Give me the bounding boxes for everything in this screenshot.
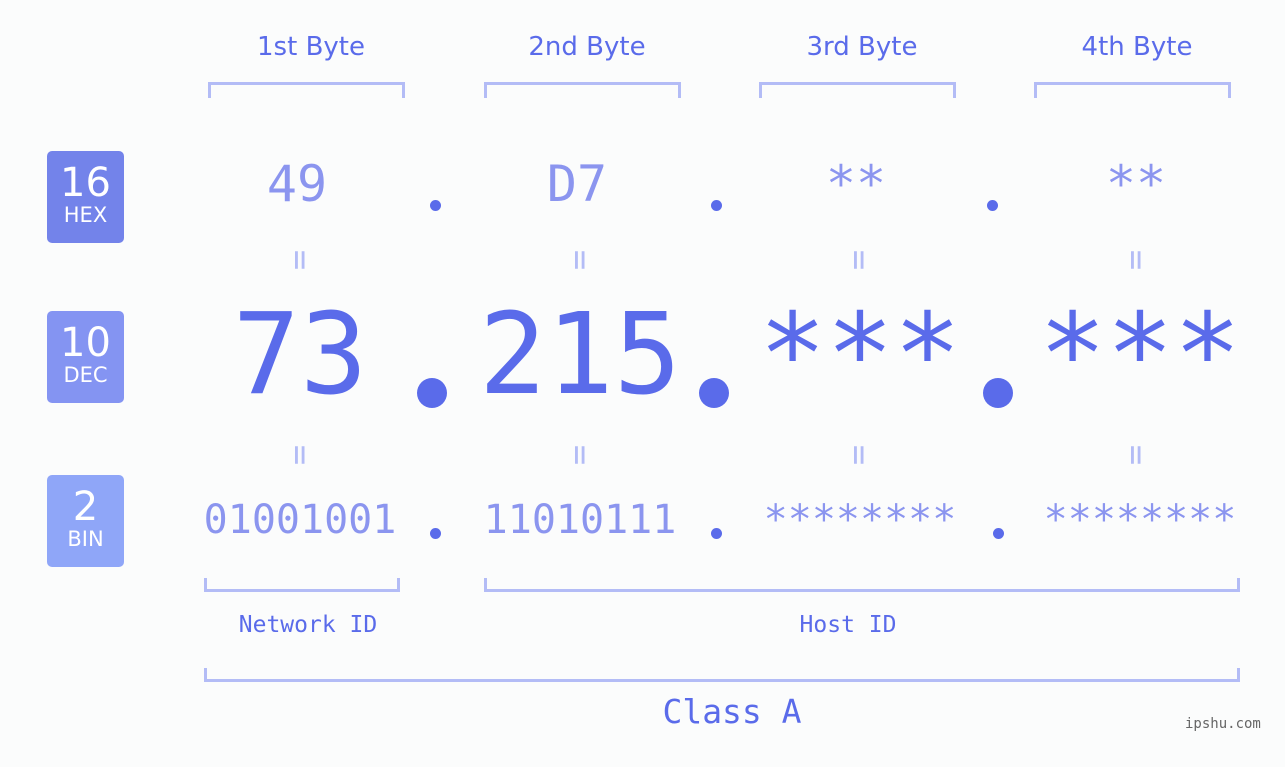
hex-separator-dot bbox=[711, 200, 722, 211]
class-bracket bbox=[204, 668, 1240, 682]
hex-base-badge: 16 HEX bbox=[47, 151, 124, 243]
byte-3-dec: *** bbox=[758, 290, 962, 420]
byte-4-dec: *** bbox=[1038, 290, 1242, 420]
equals-icon: = bbox=[839, 240, 879, 280]
equals-glyph: = bbox=[279, 444, 320, 466]
equals-glyph: = bbox=[279, 249, 320, 271]
hex-separator-dot bbox=[430, 200, 441, 211]
byte-2-hex: D7 bbox=[546, 155, 608, 213]
equals-icon: = bbox=[560, 435, 600, 475]
equals-glyph: = bbox=[838, 444, 879, 466]
watermark: ipshu.com bbox=[1185, 716, 1261, 732]
byte-3-bin: ******** bbox=[763, 497, 957, 543]
equals-icon: = bbox=[1116, 240, 1156, 280]
network-id-label: Network ID bbox=[238, 612, 378, 638]
hex-base-label: HEX bbox=[63, 203, 108, 227]
byte-1-bin: 01001001 bbox=[203, 497, 397, 543]
equals-icon: = bbox=[280, 435, 320, 475]
byte-1-hex: 49 bbox=[266, 155, 328, 213]
bin-base-badge: 2 BIN bbox=[47, 475, 124, 567]
byte-1-bracket bbox=[208, 82, 405, 98]
byte-1-label: 1st Byte bbox=[257, 32, 365, 62]
bin-separator-dot bbox=[993, 528, 1004, 539]
byte-3-bracket bbox=[759, 82, 956, 98]
bin-separator-dot bbox=[711, 528, 722, 539]
dec-base-label: DEC bbox=[63, 363, 108, 387]
equals-icon: = bbox=[839, 435, 879, 475]
class-label: Class A bbox=[662, 692, 802, 731]
dec-base-badge: 10 DEC bbox=[47, 311, 124, 403]
equals-icon: = bbox=[1116, 435, 1156, 475]
host-id-bracket bbox=[484, 578, 1240, 592]
equals-glyph: = bbox=[559, 249, 600, 271]
byte-4-bin: ******** bbox=[1043, 497, 1237, 543]
dec-base-number: 10 bbox=[60, 320, 111, 366]
bin-base-number: 2 bbox=[72, 484, 99, 530]
network-id-bracket bbox=[204, 578, 400, 592]
byte-2-label: 2nd Byte bbox=[528, 32, 646, 62]
byte-2-bin: 11010111 bbox=[483, 497, 677, 543]
byte-4-label: 4th Byte bbox=[1081, 32, 1193, 62]
dec-separator-dot bbox=[983, 378, 1013, 408]
byte-2-dec: 215 bbox=[478, 290, 682, 420]
byte-1-dec: 73 bbox=[232, 290, 368, 420]
equals-icon: = bbox=[560, 240, 600, 280]
equals-icon: = bbox=[280, 240, 320, 280]
hex-base-number: 16 bbox=[60, 160, 111, 206]
dec-separator-dot bbox=[699, 378, 729, 408]
byte-4-hex: ** bbox=[1105, 155, 1167, 213]
byte-3-label: 3rd Byte bbox=[806, 32, 918, 62]
equals-glyph: = bbox=[1115, 444, 1156, 466]
host-id-label: Host ID bbox=[799, 612, 897, 638]
equals-glyph: = bbox=[1115, 249, 1156, 271]
hex-separator-dot bbox=[987, 200, 998, 211]
byte-4-bracket bbox=[1034, 82, 1231, 98]
equals-glyph: = bbox=[838, 249, 879, 271]
equals-glyph: = bbox=[559, 444, 600, 466]
bin-base-label: BIN bbox=[67, 527, 104, 551]
byte-3-hex: ** bbox=[825, 155, 887, 213]
dec-separator-dot bbox=[417, 378, 447, 408]
bin-separator-dot bbox=[430, 528, 441, 539]
byte-2-bracket bbox=[484, 82, 681, 98]
